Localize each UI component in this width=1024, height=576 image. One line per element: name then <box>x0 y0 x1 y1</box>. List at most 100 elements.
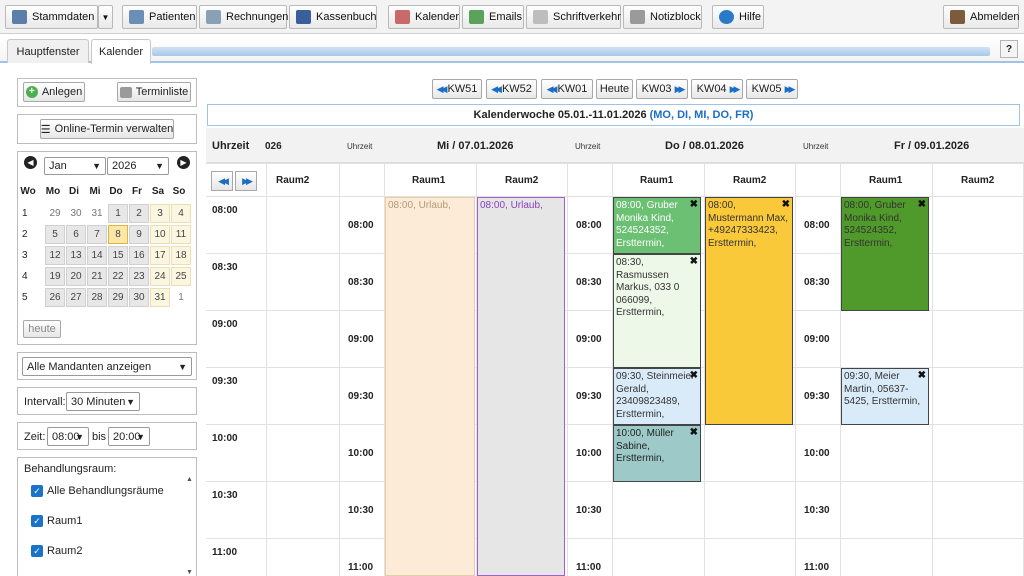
mandanten-select[interactable]: Alle Mandanten anzeigen ▼ <box>22 357 192 376</box>
calendar-day[interactable]: 25 <box>171 267 191 286</box>
calendar-day[interactable]: 23 <box>129 267 149 286</box>
calendar-day[interactable]: 5 <box>45 225 65 244</box>
calendar-day[interactable]: 12 <box>45 246 65 265</box>
calendar-day[interactable]: 13 <box>66 246 86 265</box>
raum-list-scrollbar[interactable]: ▲ ▼ <box>185 476 195 576</box>
rechnungen-button[interactable]: Rechnungen <box>199 5 288 29</box>
month-select[interactable]: Jan ▼ <box>44 157 106 175</box>
appointment[interactable]: 08:30, Rasmussen Markus, 033 0 066099, E… <box>613 254 701 368</box>
calendar-day[interactable]: 2 <box>129 204 149 223</box>
calendar-day[interactable]: 30 <box>66 204 86 223</box>
calendar-day[interactable]: 3 <box>150 204 170 223</box>
online-termin-button[interactable]: ☰ Online-Termin verwalten <box>40 119 174 139</box>
calendar-day[interactable]: 16 <box>129 246 149 265</box>
appointment[interactable]: 08:00, Mustermann Max, +49247333423, Ers… <box>705 197 793 425</box>
close-icon[interactable]: ✖ <box>690 370 698 383</box>
time-label: 08:00 <box>576 220 602 231</box>
day-header[interactable]: Fr / 09.01.2026 <box>894 140 969 152</box>
appointment[interactable]: 08:00, Urlaub, <box>477 197 565 576</box>
grid-prev-button[interactable]: ◀◀ <box>211 171 233 191</box>
calendar-day[interactable]: 30 <box>129 288 149 307</box>
calendar-day[interactable]: 31 <box>87 204 107 223</box>
appointment[interactable]: 08:00, Urlaub, <box>385 197 475 576</box>
calendar-day[interactable]: 8 <box>108 225 128 244</box>
raum-option-raum2[interactable]: ✓ Raum2 <box>31 545 82 557</box>
schriftverkehr-button[interactable]: Schriftverkehr <box>526 5 621 29</box>
grid-next-button[interactable]: ▶▶ <box>235 171 257 191</box>
weekday-links[interactable]: (MO, DI, MI, DO, FR) <box>650 109 754 121</box>
calendar-day[interactable]: 4 <box>171 204 191 223</box>
hilfe-button[interactable]: Hilfe <box>712 5 764 29</box>
notizblock-button[interactable]: Notizblock <box>623 5 702 29</box>
intervall-select[interactable]: 30 Minuten ▼ <box>66 392 140 411</box>
calendar-day[interactable]: 17 <box>150 246 170 265</box>
raum-option-raum1[interactable]: ✓ Raum1 <box>31 515 82 527</box>
zeit-from-select[interactable]: 08:00 ▼ <box>47 427 89 446</box>
zeit-to-select[interactable]: 20:00 ▼ <box>108 427 150 446</box>
calendar-day[interactable]: 29 <box>108 288 128 307</box>
appointment[interactable]: 09:30, Meier Martin, 05637-5425, Erstter… <box>841 368 929 425</box>
abmelden-button[interactable]: Abmelden <box>943 5 1020 29</box>
calendar-day[interactable]: 7 <box>87 225 107 244</box>
calendar-day[interactable]: 19 <box>45 267 65 286</box>
appointment[interactable]: 09:30, Steinmeier Gerald, 23409823489, E… <box>613 368 701 425</box>
heute-button[interactable]: heute <box>23 320 61 338</box>
next-month-icon[interactable]: ▶ <box>177 156 190 169</box>
year-select[interactable]: 2026 ▼ <box>107 157 169 175</box>
behandlungsraum-panel: Behandlungsraum: ✓ Alle Behandlungsräume … <box>17 457 197 576</box>
kw04-button[interactable]: KW04 ▶▶ <box>691 79 743 99</box>
kassenbuch-icon <box>296 10 311 24</box>
calendar-day[interactable]: 18 <box>171 246 191 265</box>
calendar-day[interactable]: 9 <box>129 225 149 244</box>
appointment[interactable]: 08:00, Gruber Monika Kind, 524524352, Er… <box>613 197 701 254</box>
close-icon[interactable]: ✖ <box>782 199 790 212</box>
calendar-day[interactable]: 20 <box>66 267 86 286</box>
terminliste-button[interactable]: Terminliste <box>117 82 191 102</box>
kassenbuch-button[interactable]: Kassenbuch <box>289 5 377 29</box>
calendar-day[interactable]: 1 <box>108 204 128 223</box>
calendar-day[interactable]: 29 <box>45 204 65 223</box>
kw05-button[interactable]: KW05 ▶▶ <box>746 79 798 99</box>
calendar-day[interactable]: 22 <box>108 267 128 286</box>
anlegen-button[interactable]: + Anlegen <box>23 82 85 102</box>
time-label: 10:30 <box>348 505 374 516</box>
close-icon[interactable]: ✖ <box>918 199 926 212</box>
appointment[interactable]: 10:00, Müller Sabine, Ersttermin, ✖ <box>613 425 701 482</box>
kw01-button[interactable]: ◀◀ KW01 <box>541 79 593 99</box>
stammdaten-dropdown[interactable]: ▼ <box>98 5 113 29</box>
kw03-button[interactable]: KW03 ▶▶ <box>636 79 688 99</box>
help-button[interactable]: ? <box>1000 40 1018 58</box>
close-icon[interactable]: ✖ <box>690 256 698 269</box>
calendar-day[interactable]: 11 <box>171 225 191 244</box>
day-header[interactable]: Do / 08.01.2026 <box>665 140 744 152</box>
close-icon[interactable]: ✖ <box>690 427 698 440</box>
day-header[interactable]: Mi / 07.01.2026 <box>437 140 513 152</box>
prev-month-icon[interactable]: ◀ <box>24 156 37 169</box>
tab-hauptfenster[interactable]: Hauptfenster <box>7 39 89 63</box>
emails-button[interactable]: Emails <box>462 5 524 29</box>
week-number: 2 <box>22 229 28 240</box>
kw52-button[interactable]: ◀◀ KW52 <box>486 79 537 99</box>
calendar-day[interactable]: 28 <box>87 288 107 307</box>
calendar-day[interactable]: 24 <box>150 267 170 286</box>
calendar-day[interactable]: 1 <box>171 288 191 307</box>
raum-option-alle[interactable]: ✓ Alle Behandlungsräume <box>31 485 164 497</box>
calendar-day[interactable]: 10 <box>150 225 170 244</box>
close-icon[interactable]: ✖ <box>690 199 698 212</box>
calendar-day[interactable]: 14 <box>87 246 107 265</box>
heute-week-button[interactable]: Heute <box>596 79 633 99</box>
calendar-day[interactable]: 27 <box>66 288 86 307</box>
appointment[interactable]: 08:00, Gruber Monika Kind, 524524352, Er… <box>841 197 929 311</box>
calendar-day[interactable]: 15 <box>108 246 128 265</box>
calendar-day[interactable]: 26 <box>45 288 65 307</box>
kalender-button[interactable]: Kalender <box>388 5 460 29</box>
patienten-button[interactable]: Patienten <box>122 5 197 29</box>
stammdaten-button[interactable]: Stammdaten <box>5 5 98 29</box>
calendar-day[interactable]: 31 <box>150 288 170 307</box>
kw51-button[interactable]: ◀◀ KW51 <box>432 79 482 99</box>
tab-kalender[interactable]: Kalender <box>91 39 151 64</box>
close-icon[interactable]: ✖ <box>918 370 926 383</box>
calendar-day[interactable]: 21 <box>87 267 107 286</box>
calendar-day[interactable]: 6 <box>66 225 86 244</box>
room-header: Raum1 <box>412 175 446 186</box>
